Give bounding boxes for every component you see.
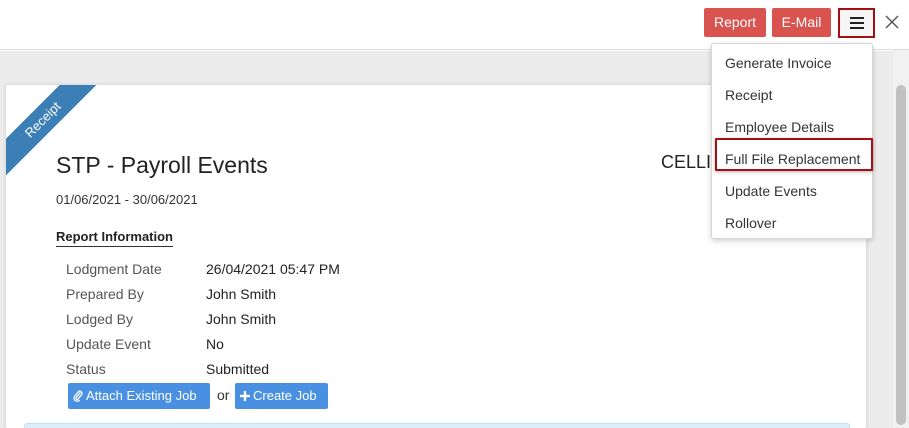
email-button[interactable]: E-Mail — [772, 8, 831, 37]
info-value: No — [206, 336, 224, 352]
info-value: John Smith — [206, 311, 277, 327]
menu-item-update-events[interactable]: Update Events — [725, 183, 817, 199]
menu-item-generate-invoice[interactable]: Generate Invoice — [725, 55, 832, 71]
menu-item-employee-details[interactable]: Employee Details — [725, 119, 834, 135]
info-value: Submitted — [206, 361, 270, 377]
plus-icon — [240, 391, 250, 401]
info-value: John Smith — [206, 286, 277, 302]
create-job-label: Create Job — [253, 388, 317, 403]
or-separator: or — [217, 387, 230, 403]
info-panel — [24, 423, 850, 428]
menu-button[interactable] — [838, 8, 875, 38]
vertical-scrollbar[interactable] — [893, 50, 909, 428]
actions-dropdown-menu: Generate Invoice Receipt Employee Detail… — [711, 43, 873, 239]
attach-existing-job-button[interactable]: Attach Existing Job — [68, 383, 210, 409]
info-value: 26/04/2021 05:47 PM — [206, 261, 340, 277]
menu-item-rollover[interactable]: Rollover — [725, 215, 776, 231]
close-icon — [885, 15, 899, 29]
report-title: STP - Payroll Events — [56, 152, 268, 178]
info-label: Lodgment Date — [66, 261, 162, 277]
info-label: Lodged By — [66, 311, 133, 327]
create-job-button[interactable]: Create Job — [235, 383, 328, 409]
close-button[interactable] — [881, 11, 903, 33]
scrollbar-thumb[interactable] — [896, 85, 906, 425]
menu-item-receipt[interactable]: Receipt — [725, 87, 772, 103]
company-name: CELLI — [661, 152, 712, 172]
report-period: 01/06/2021 - 30/06/2021 — [56, 192, 198, 207]
info-label: Update Event — [66, 336, 151, 352]
paperclip-icon — [73, 390, 83, 402]
info-label: Status — [66, 361, 106, 377]
hamburger-icon — [849, 17, 864, 29]
attach-existing-job-label: Attach Existing Job — [86, 388, 197, 403]
report-button[interactable]: Report — [704, 8, 766, 37]
info-label: Prepared By — [66, 286, 144, 302]
section-heading: Report Information — [56, 229, 173, 247]
menu-item-full-file-replacement[interactable]: Full File Replacement — [725, 151, 860, 167]
